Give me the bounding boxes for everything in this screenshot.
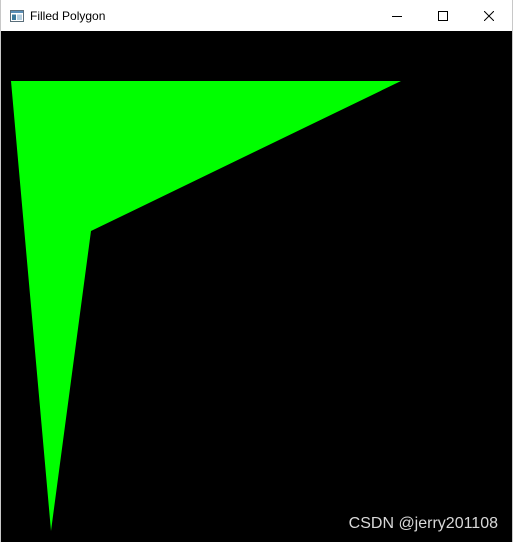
close-icon	[484, 10, 494, 21]
minimize-icon	[392, 15, 402, 17]
window-title: Filled Polygon	[30, 8, 106, 23]
watermark: CSDN @jerry201108	[348, 515, 498, 532]
app-window: Filled Polygon CSDN @jerry201108	[0, 0, 513, 542]
app-window-icon[interactable]	[9, 8, 25, 24]
title-bar[interactable]: Filled Polygon	[1, 0, 512, 31]
minimize-button[interactable]	[374, 0, 420, 31]
filled-polygon	[11, 81, 401, 531]
polygon-canvas	[11, 81, 401, 531]
maximize-button[interactable]	[420, 0, 466, 31]
maximize-icon	[438, 10, 448, 21]
window-controls	[374, 0, 512, 31]
drawing-canvas: CSDN @jerry201108	[1, 31, 512, 542]
close-button[interactable]	[466, 0, 512, 31]
